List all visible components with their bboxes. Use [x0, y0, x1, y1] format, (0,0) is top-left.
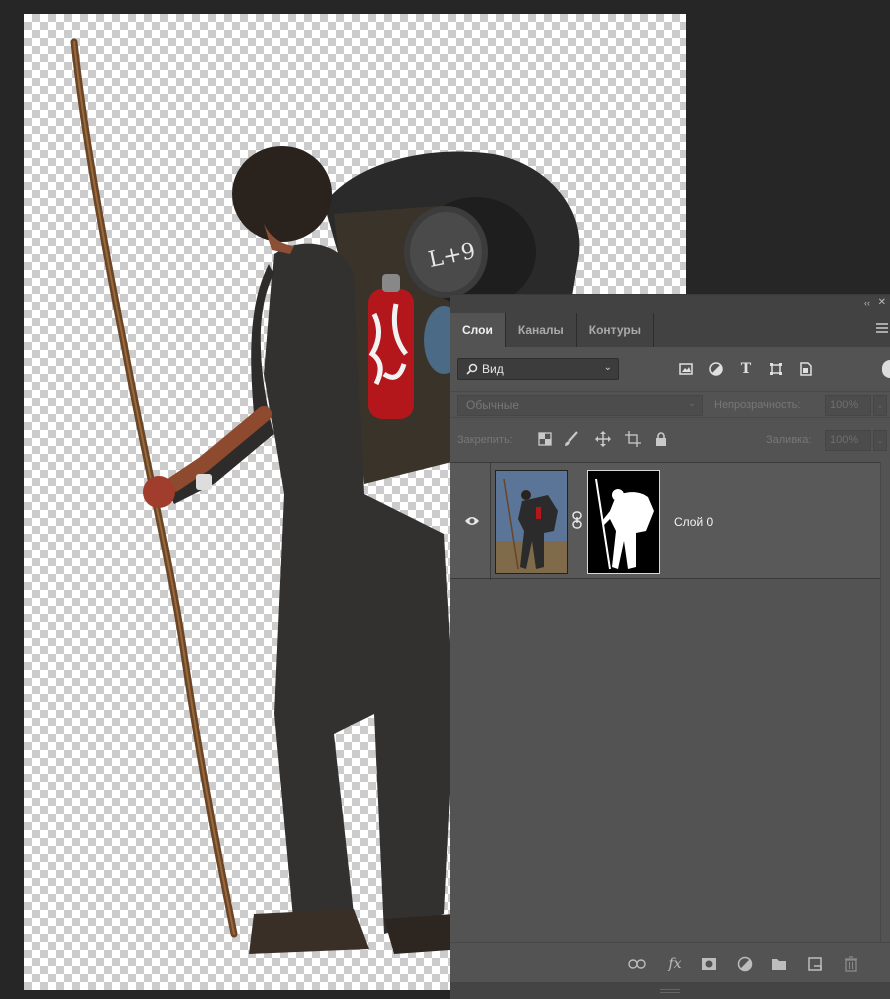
panel-title-bar[interactable]: ‹‹ ✕: [450, 295, 890, 313]
fill-field[interactable]: 100%: [825, 430, 871, 451]
lock-position-icon[interactable]: [594, 430, 612, 448]
panel-tabs: Слои Каналы Контуры: [450, 313, 890, 347]
lock-row: Закрепить: Заливка: 100% ⌄: [450, 417, 890, 461]
tab-channels[interactable]: Каналы: [506, 313, 576, 347]
left-boot: [249, 909, 369, 954]
layer-filter-row: Вид ⌄ T: [450, 347, 890, 391]
top-frame: [0, 0, 890, 14]
fill-dropdown-icon[interactable]: ⌄: [873, 430, 887, 451]
panel-menu-icon[interactable]: [876, 323, 888, 333]
link-layers-icon[interactable]: [628, 955, 646, 973]
lock-all-icon[interactable]: [652, 430, 670, 448]
lock-transparent-pixels-icon[interactable]: [536, 430, 554, 448]
layer-image-thumbnail[interactable]: [495, 470, 568, 574]
hiker-head: [232, 146, 332, 242]
photoshop-workspace: L+9 ‹‹ ✕ Слои Каналы Контуры Вид ⌄ T Обы…: [0, 0, 890, 999]
lock-image-pixels-icon[interactable]: [562, 430, 580, 448]
delete-layer-icon[interactable]: [842, 955, 860, 973]
fx-icon[interactable]: fx: [666, 955, 684, 973]
type-filter-icon[interactable]: T: [738, 361, 754, 377]
filter-toggle-switch[interactable]: [882, 360, 890, 378]
tab-layers[interactable]: Слои: [450, 313, 505, 347]
shape-filter-icon[interactable]: [768, 361, 784, 377]
lock-label: Закрепить:: [457, 434, 513, 446]
collapse-panel-icon[interactable]: ‹‹: [864, 298, 870, 308]
chevron-down-icon: ⌄: [687, 398, 696, 409]
fill-label: Заливка:: [766, 434, 812, 446]
layers-bottom-toolbar: fx: [450, 942, 890, 982]
opacity-label: Непрозрачность:: [714, 399, 801, 411]
new-adjustment-layer-icon[interactable]: [736, 955, 754, 973]
lock-artboard-icon[interactable]: [624, 430, 642, 448]
add-mask-icon[interactable]: [700, 955, 718, 973]
blend-mode-value: Обычные: [466, 398, 520, 412]
layers-list: Слой 0: [450, 462, 890, 942]
mask-link-icon[interactable]: [571, 511, 583, 529]
tab-paths[interactable]: Контуры: [577, 313, 653, 347]
panel-resize-strip[interactable]: [450, 982, 890, 999]
visibility-eye-icon[interactable]: [464, 515, 480, 527]
chevron-down-icon: ⌄: [603, 362, 612, 373]
close-panel-icon[interactable]: ✕: [878, 297, 886, 308]
blend-row: Обычные ⌄ Непрозрачность: 100% ⌄: [450, 391, 890, 417]
hand: [143, 476, 175, 508]
blend-mode-select[interactable]: Обычные ⌄: [457, 395, 703, 416]
new-group-icon[interactable]: [770, 955, 788, 973]
layers-panel: ‹‹ ✕ Слои Каналы Контуры Вид ⌄ T Обычные…: [450, 294, 890, 999]
search-icon: [466, 363, 478, 375]
adjustment-filter-icon[interactable]: [708, 361, 724, 377]
layer-row[interactable]: Слой 0: [450, 462, 880, 580]
opacity-dropdown-icon[interactable]: ⌄: [873, 395, 887, 416]
visibility-divider: [490, 463, 491, 580]
filter-kind-select[interactable]: Вид ⌄: [457, 358, 619, 380]
layer-name[interactable]: Слой 0: [674, 515, 713, 529]
image-filter-icon[interactable]: [678, 361, 694, 377]
tab-divider: [652, 313, 654, 347]
resize-grip-icon[interactable]: [660, 989, 680, 993]
filter-kind-value: Вид: [482, 362, 504, 376]
layers-scrollbar[interactable]: [880, 462, 890, 942]
opacity-field[interactable]: 100%: [825, 395, 871, 416]
new-layer-icon[interactable]: [806, 955, 824, 973]
layer-mask-thumbnail[interactable]: [587, 470, 660, 574]
smart-object-filter-icon[interactable]: [798, 361, 814, 377]
